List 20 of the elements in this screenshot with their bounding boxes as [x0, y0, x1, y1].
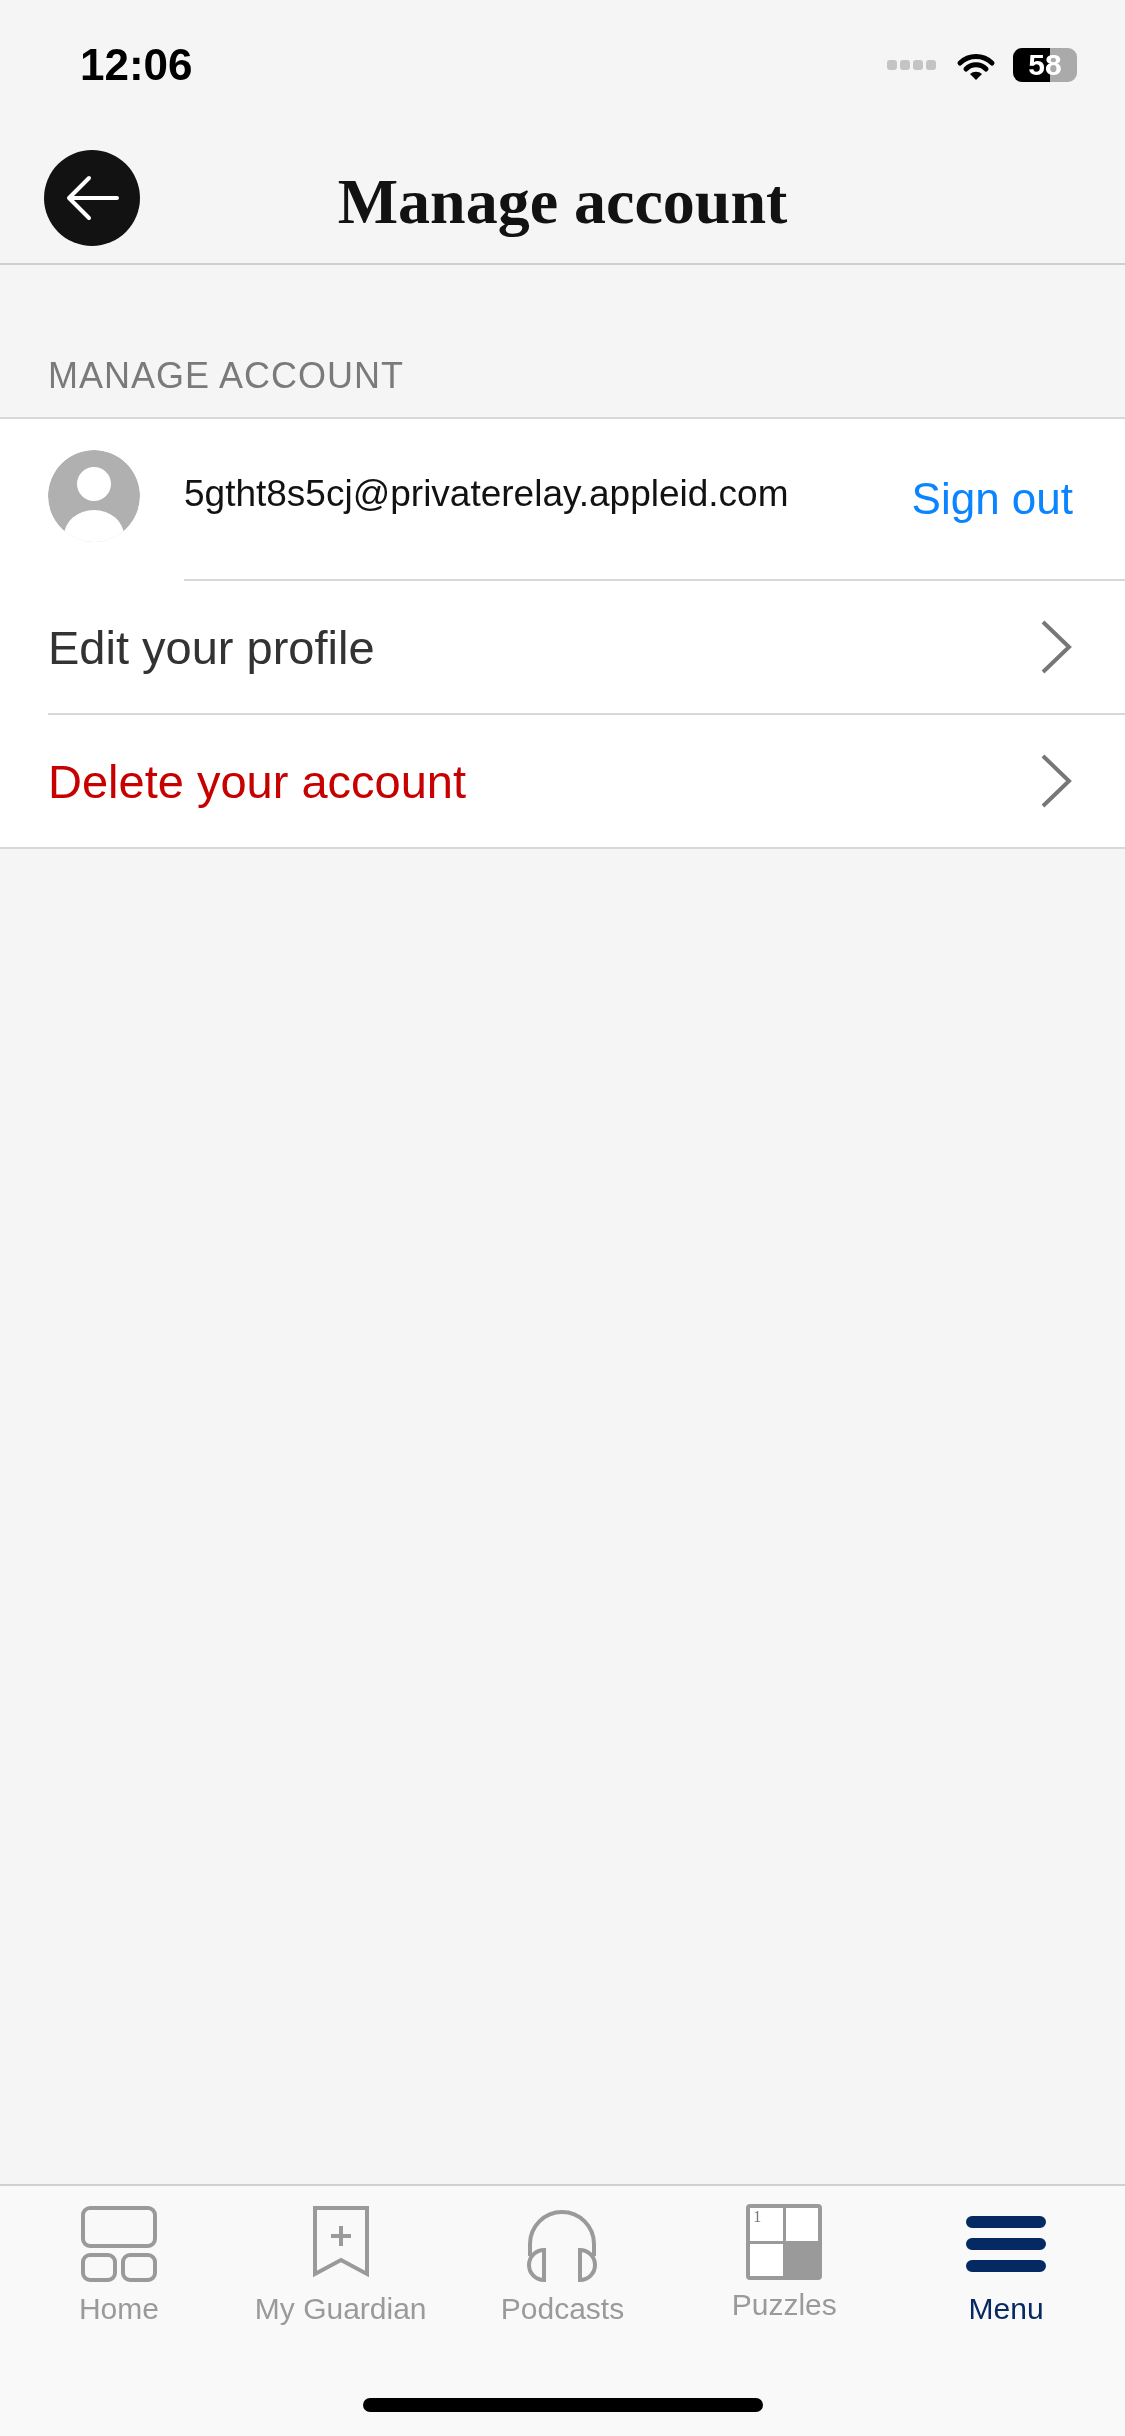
avatar-icon	[48, 450, 140, 542]
page-title: Manage account	[337, 164, 788, 239]
menu-row[interactable]: Delete your account	[48, 713, 1125, 847]
account-email: 5gtht8s5cj@privaterelay.appleid.com	[184, 473, 789, 515]
section-title: MANAGE ACCOUNT	[47, 354, 406, 398]
row-label: Edit your profile	[48, 619, 375, 675]
signal-icon	[887, 58, 939, 72]
chevron-icon	[1039, 753, 1073, 809]
sign-out-link[interactable]: Sign out	[911, 474, 1073, 524]
row-label: Delete your account	[48, 753, 467, 809]
menu-row[interactable]: Edit your profile	[48, 581, 1125, 713]
crossword-icon: 1	[746, 2204, 823, 2280]
tab-item[interactable]: My Guardian	[240, 2204, 441, 2326]
home-icon	[78, 2204, 159, 2284]
tab-item[interactable]: 1 Puzzles	[684, 2204, 885, 2326]
tab-item[interactable]: Menu	[906, 2204, 1107, 2326]
status-time: 12:06	[80, 40, 193, 90]
tab-item[interactable]: Home	[18, 2204, 219, 2326]
tab-item[interactable]: Podcasts	[462, 2204, 663, 2326]
chevron-icon	[1039, 619, 1073, 675]
